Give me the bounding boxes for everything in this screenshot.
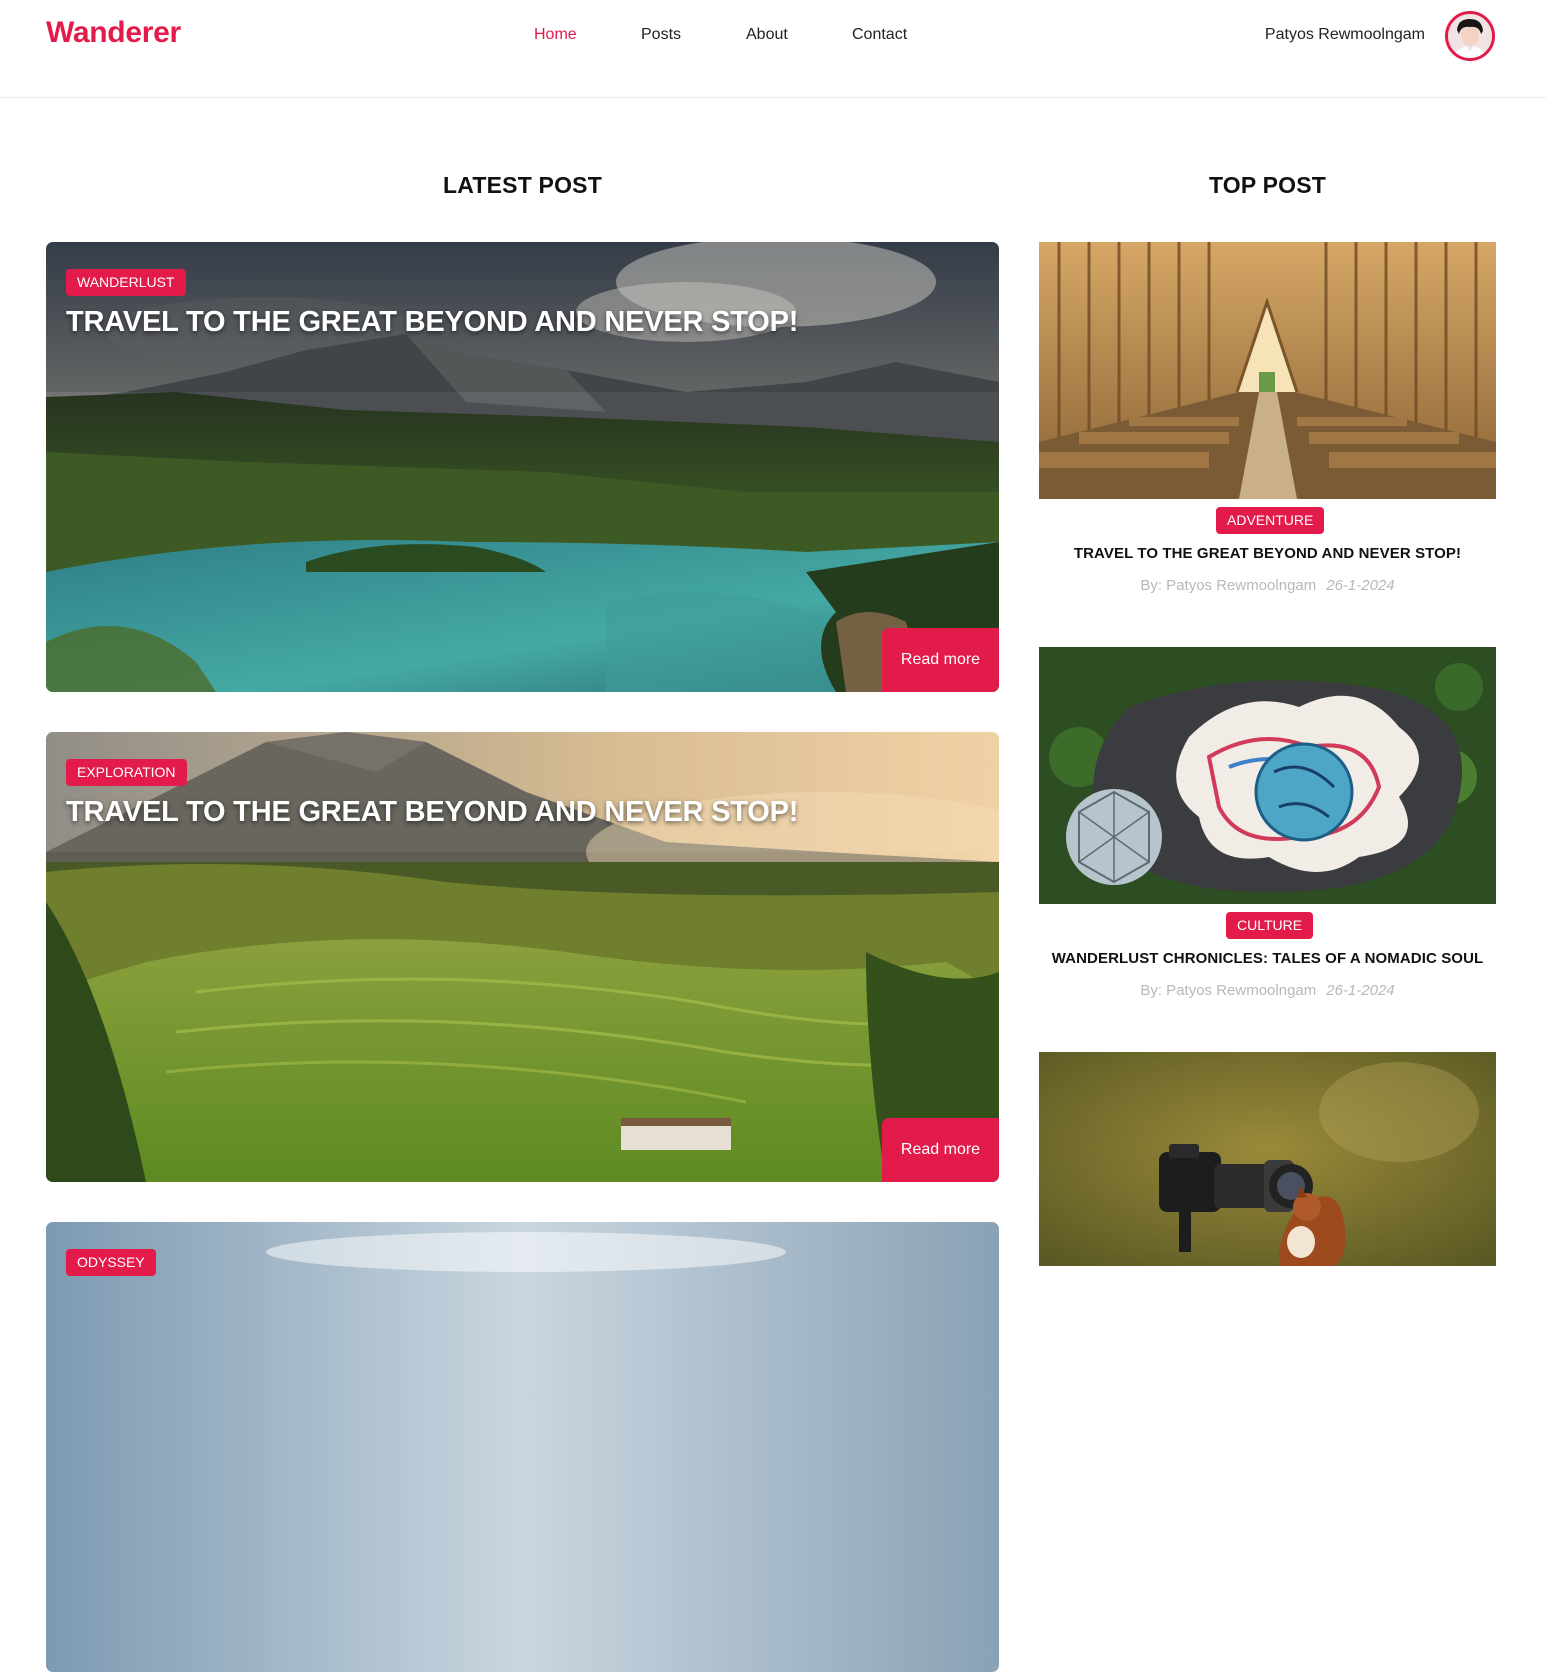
- top-post-image[interactable]: [1039, 1052, 1496, 1266]
- sky-image: [46, 1222, 999, 1672]
- user-avatar[interactable]: [1445, 11, 1495, 61]
- latest-post-card[interactable]: EXPLORATION TRAVEL TO THE GREAT BEYOND A…: [46, 732, 999, 1182]
- post-category-tag[interactable]: CULTURE: [1226, 912, 1314, 939]
- avatar-portrait-icon: [1448, 14, 1492, 58]
- top-post-image[interactable]: [1039, 242, 1496, 499]
- wooden-chapel-image: [1039, 242, 1496, 499]
- nav-contact[interactable]: Contact: [852, 26, 907, 44]
- post-category-tag[interactable]: ODYSSEY: [66, 1249, 156, 1276]
- latest-post-card[interactable]: ODYSSEY: [46, 1222, 999, 1672]
- top-post-heading: TOP POST: [1208, 172, 1327, 198]
- post-category-tag[interactable]: EXPLORATION: [66, 759, 187, 786]
- post-date: 26-1-2024: [1326, 982, 1395, 999]
- read-more-button[interactable]: Read more: [882, 1118, 999, 1182]
- post-author: By: Patyos Rewmoolngam: [1140, 577, 1317, 594]
- nav-home[interactable]: Home: [534, 26, 577, 44]
- top-post-meta: By: Patyos Rewmoolngam 26-1-2024: [1039, 982, 1496, 999]
- post-date: 26-1-2024: [1326, 577, 1395, 594]
- post-title[interactable]: TRAVEL TO THE GREAT BEYOND AND NEVER STO…: [66, 796, 966, 829]
- latest-post-heading: LATEST POST: [443, 172, 602, 198]
- aerial-plaza-image: [1039, 647, 1496, 904]
- read-more-button[interactable]: Read more: [882, 628, 999, 692]
- site-header: Wanderer Home Posts About Contact Patyos…: [0, 0, 1546, 98]
- nav-posts[interactable]: Posts: [641, 26, 681, 44]
- top-post-meta: By: Patyos Rewmoolngam 26-1-2024: [1039, 577, 1496, 594]
- squirrel-camera-image: [1039, 1052, 1496, 1266]
- user-name[interactable]: Patyos Rewmoolngam: [1265, 26, 1425, 44]
- top-post-title[interactable]: WANDERLUST CHRONICLES: TALES OF A NOMADI…: [1039, 950, 1496, 967]
- post-title[interactable]: TRAVEL TO THE GREAT BEYOND AND NEVER STO…: [66, 306, 966, 339]
- post-category-tag[interactable]: WANDERLUST: [66, 269, 186, 296]
- top-post-title[interactable]: TRAVEL TO THE GREAT BEYOND AND NEVER STO…: [1039, 545, 1496, 562]
- post-category-tag[interactable]: ADVENTURE: [1216, 507, 1325, 534]
- top-post-image[interactable]: [1039, 647, 1496, 904]
- post-author: By: Patyos Rewmoolngam: [1140, 982, 1317, 999]
- nav-about[interactable]: About: [746, 26, 788, 44]
- latest-post-card[interactable]: WANDERLUST TRAVEL TO THE GREAT BEYOND AN…: [46, 242, 999, 692]
